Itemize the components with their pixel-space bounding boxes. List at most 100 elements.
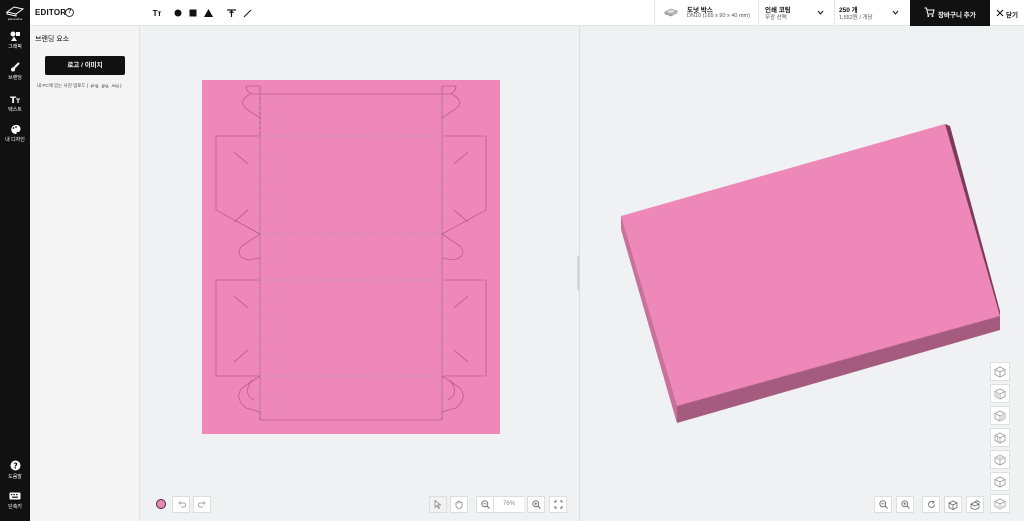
box-fold-icon bbox=[970, 499, 980, 510]
box-open-icon bbox=[948, 500, 958, 510]
reset-view-button[interactable] bbox=[922, 496, 940, 513]
refresh-icon bbox=[927, 500, 935, 508]
circle-tool-icon bbox=[174, 9, 182, 17]
zoom-out-3d-button[interactable] bbox=[874, 496, 892, 513]
cursor-icon bbox=[434, 500, 442, 509]
close-label: 닫기 bbox=[1006, 12, 1018, 19]
align-top-icon bbox=[226, 8, 236, 17]
rail-item-label: 브랜딩 bbox=[8, 75, 22, 81]
brand-logo-text: panosline bbox=[8, 17, 23, 21]
zoom-in-icon bbox=[531, 500, 541, 509]
fold-box-button[interactable] bbox=[966, 496, 984, 513]
shapes-icon bbox=[10, 31, 20, 41]
view-right-button[interactable] bbox=[990, 406, 1010, 425]
view-top-button[interactable] bbox=[990, 450, 1010, 469]
view-bottom-button[interactable] bbox=[990, 494, 1010, 513]
zoom-level: 76% bbox=[494, 496, 524, 513]
product-selector[interactable]: 도넛 박스 DN10 (165 x 90 x 40 mm) bbox=[654, 0, 764, 26]
undo-button[interactable] bbox=[172, 496, 190, 513]
cube-front-icon bbox=[994, 388, 1006, 399]
cube-iso-icon bbox=[994, 366, 1006, 377]
rail-item-label: 내 디자인 bbox=[5, 137, 25, 143]
add-to-cart-button[interactable]: 장바구니 추가 bbox=[910, 0, 990, 26]
dieline-canvas[interactable] bbox=[141, 26, 579, 521]
close-button[interactable]: 닫기 bbox=[990, 0, 1024, 26]
rail-item-my-design[interactable]: 내 디자인 bbox=[0, 124, 30, 143]
triangle-tool-icon bbox=[203, 9, 213, 17]
coating-selector[interactable]: 인쇄 코팅 무광 선택 bbox=[758, 0, 834, 26]
box-icon bbox=[664, 8, 678, 17]
redo-button[interactable] bbox=[193, 496, 211, 513]
cube-right-icon bbox=[994, 410, 1006, 421]
rail-item-label: 도움말 bbox=[8, 474, 22, 480]
rail-item-label: 텍스트 bbox=[8, 107, 22, 113]
coating-option: 무광 선택 bbox=[765, 15, 787, 21]
redo-icon bbox=[197, 501, 206, 508]
text-tool-button[interactable]: Tт bbox=[150, 7, 164, 19]
add-to-cart-label: 장바구니 추가 bbox=[938, 12, 976, 19]
cube-top-icon bbox=[994, 454, 1006, 465]
top-bar: EDITOR ? Tт 도넛 박스 DN10 (165 x 90 x 40 mm… bbox=[30, 0, 1024, 26]
close-icon bbox=[996, 9, 1004, 17]
upload-hint: 내 PC에 있는 사진 업로드 ( .png, .jpg, .svg ) bbox=[37, 83, 122, 88]
text-icon: TT bbox=[10, 96, 21, 104]
rail-item-label: 단축키 bbox=[8, 504, 22, 510]
view-back-button[interactable] bbox=[990, 472, 1010, 491]
help-icon: ? bbox=[10, 460, 20, 471]
line-tool-icon bbox=[243, 9, 251, 17]
svg-text:T: T bbox=[16, 98, 21, 104]
cube-back-icon bbox=[994, 476, 1006, 487]
zoom-in-3d-button[interactable] bbox=[896, 496, 914, 513]
undo-icon bbox=[177, 501, 186, 508]
zoom-out-icon bbox=[878, 500, 888, 509]
fit-screen-button[interactable] bbox=[549, 496, 567, 513]
rail-item-graphic[interactable]: 그래픽 bbox=[0, 31, 30, 50]
keyboard-icon bbox=[9, 492, 21, 500]
chevron-down-icon bbox=[892, 10, 899, 15]
zoom-in-icon bbox=[900, 500, 910, 509]
circle-tool-button[interactable] bbox=[173, 7, 183, 19]
box-3d-preview[interactable] bbox=[580, 26, 1024, 521]
upload-logo-button[interactable]: 로고 / 이미지 bbox=[45, 56, 125, 75]
rail-item-shortcuts[interactable]: 단축키 bbox=[0, 492, 30, 510]
view-left-button[interactable] bbox=[990, 428, 1010, 447]
fullscreen-icon bbox=[554, 500, 562, 509]
view-front-button[interactable] bbox=[990, 384, 1010, 403]
zoom-out-button[interactable] bbox=[476, 496, 494, 513]
hand-icon bbox=[455, 500, 463, 509]
align-top-button[interactable] bbox=[226, 7, 236, 19]
triangle-tool-button[interactable] bbox=[203, 7, 213, 19]
pan-tool-button[interactable] bbox=[450, 496, 468, 513]
view-iso-button[interactable] bbox=[990, 362, 1010, 381]
brand-logo[interactable]: panosline bbox=[4, 3, 26, 21]
select-tool-button[interactable] bbox=[429, 496, 447, 513]
square-tool-icon bbox=[189, 9, 197, 17]
panel-title: 브랜딩 요소 bbox=[35, 36, 70, 43]
zoom-out-icon bbox=[480, 500, 490, 509]
palette-icon bbox=[10, 124, 20, 134]
rail-item-text[interactable]: TT 텍스트 bbox=[0, 94, 30, 113]
cube-left-icon bbox=[994, 432, 1006, 443]
line-tool-button[interactable] bbox=[242, 7, 252, 19]
open-box-button[interactable] bbox=[944, 496, 962, 513]
brush-icon bbox=[10, 62, 20, 72]
chevron-down-icon bbox=[817, 10, 824, 15]
left-rail: panosline 그래픽 브랜딩 TT 텍스트 내 디자인 ? 도움말 단축키 bbox=[0, 0, 30, 521]
dieline-artboard[interactable] bbox=[202, 80, 500, 434]
rail-item-branding[interactable]: 브랜딩 bbox=[0, 62, 30, 81]
fill-color-swatch[interactable] bbox=[156, 499, 166, 509]
square-tool-button[interactable] bbox=[188, 7, 198, 19]
editor-help-icon[interactable]: ? bbox=[65, 8, 74, 17]
quantity-selector[interactable]: 250 개 1,552원 / 개당 bbox=[834, 0, 910, 26]
branding-panel: 브랜딩 요소 로고 / 이미지 내 PC에 있는 사진 업로드 ( .png, … bbox=[30, 26, 140, 521]
unit-price: 1,552원 / 개당 bbox=[839, 15, 873, 21]
text-tool-icon: Tт bbox=[152, 8, 162, 18]
zoom-in-button[interactable] bbox=[527, 496, 545, 513]
cube-bottom-icon bbox=[994, 498, 1006, 509]
preview-3d-canvas[interactable] bbox=[580, 26, 1024, 521]
svg-text:?: ? bbox=[13, 461, 17, 470]
cart-icon bbox=[924, 7, 935, 17]
rail-item-help[interactable]: ? 도움말 bbox=[0, 460, 30, 480]
editor-title: EDITOR bbox=[35, 8, 67, 17]
rail-item-label: 그래픽 bbox=[8, 44, 22, 50]
